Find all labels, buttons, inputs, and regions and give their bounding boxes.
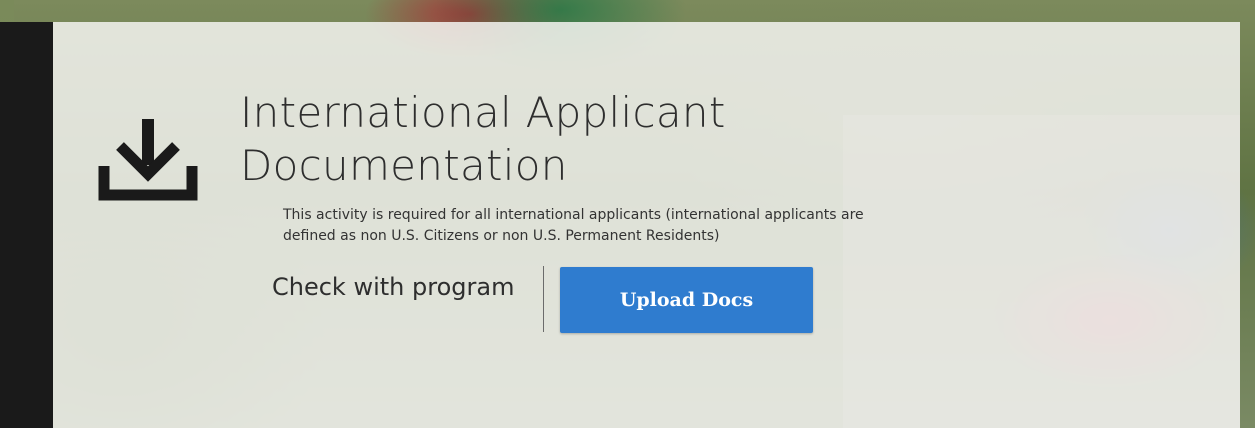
download-icon [98,116,198,202]
upload-docs-button[interactable]: Upload Docs [560,267,813,333]
activity-description: This activity is required for all intern… [283,207,864,244]
vertical-divider [543,266,544,332]
left-accent-bar [0,22,53,428]
activity-title: International Applicant Documentation [240,88,726,190]
status-text: Check with program [272,273,515,301]
background-photo-overlay [843,115,1240,428]
